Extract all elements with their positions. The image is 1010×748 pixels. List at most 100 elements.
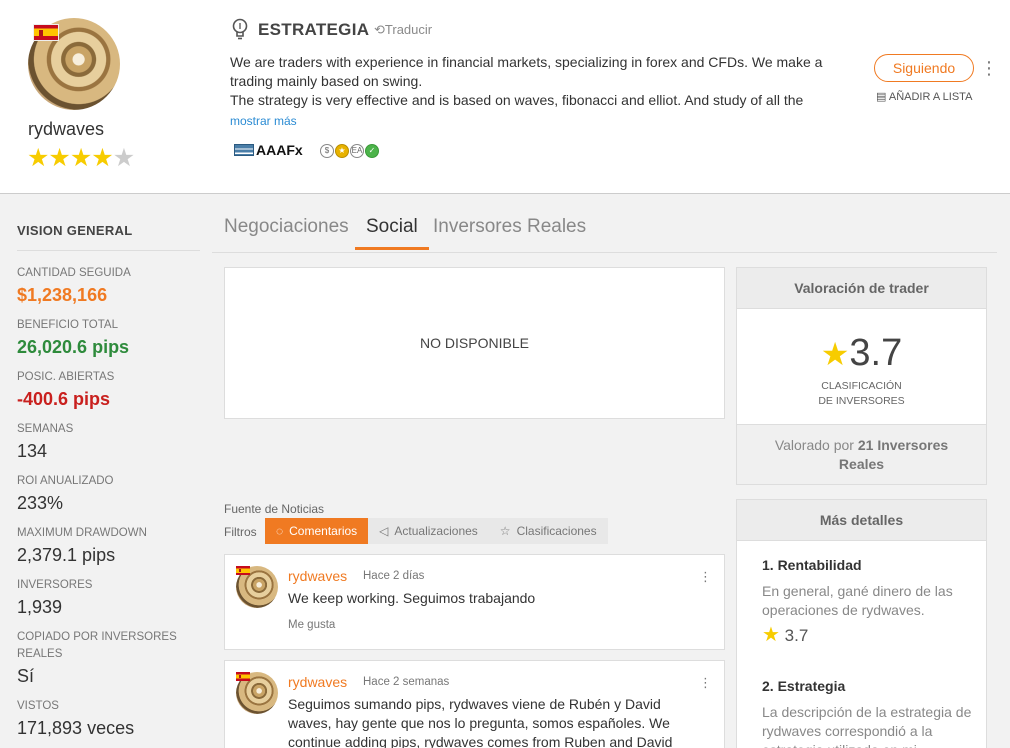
filter-label: Comentarios	[289, 524, 358, 538]
stat-label: BENEFICIO TOTAL	[17, 319, 118, 331]
translate-label: Traducir	[384, 22, 433, 37]
stat-max-drawdown: MAXIMUM DRAWDOWN 2,379.1 pips	[17, 525, 197, 566]
stat-amount-followed: CANTIDAD SEGUIDA $1,238,166	[17, 265, 197, 306]
rated-prefix: Valorado por	[774, 437, 854, 453]
stat-open-positions: POSIC. ABIERTAS -400.6 pips	[17, 369, 197, 410]
strategy-description-paragraph: The strategy is very effective and is ba…	[230, 92, 804, 108]
tab-trades[interactable]: Negociaciones	[224, 216, 349, 247]
list-icon: ▤	[876, 91, 887, 103]
comment-icon: ◌	[276, 524, 284, 538]
strategy-title: ESTRATEGIA	[258, 20, 370, 39]
translate-icon: ⟲	[374, 22, 385, 37]
stat-value: $1,238,166	[17, 285, 108, 305]
spain-flag-icon	[236, 566, 250, 575]
stat-value: 233%	[17, 493, 64, 513]
star-empty-icon: ★	[112, 144, 135, 172]
dollar-badge-icon: $	[320, 144, 334, 158]
stat-value: -400.6 pips	[17, 389, 111, 409]
lightbulb-icon	[232, 18, 248, 40]
more-options-icon[interactable]: ⋮	[980, 58, 998, 78]
stat-total-profit: BENEFICIO TOTAL 26,020.6 pips	[17, 317, 197, 358]
translate-button[interactable]: ⟲Traducir	[374, 22, 432, 38]
overview-title: VISION GENERAL	[17, 223, 133, 238]
post-author[interactable]: rydwaves	[288, 568, 347, 584]
trader-rating-card: Valoración de trader ★3.7 CLASIFICACIÓN …	[736, 267, 987, 485]
detail-heading: 2. Estrategia	[762, 678, 846, 694]
post-options-icon[interactable]: ⋮	[699, 569, 712, 585]
news-post: rydwaves Hace 2 días ⋮ We keep working. …	[224, 554, 725, 650]
trader-username: rydwaves	[28, 119, 105, 139]
add-to-list-label: AÑADIR A LISTA	[888, 91, 973, 103]
verified-badge-icon: ✓	[365, 144, 379, 158]
post-time: Hace 2 días	[363, 570, 425, 582]
star-icon: ★	[820, 336, 850, 372]
rated-suffix: Reales	[838, 456, 885, 472]
broker-logo[interactable]: AAAFx	[234, 142, 303, 158]
like-button[interactable]: Me gusta	[288, 619, 335, 631]
rating-score-label-line: CLASIFICACIÓN	[821, 380, 902, 392]
not-available-panel: NO DISPONIBLE	[224, 267, 725, 419]
filter-updates[interactable]: ◁ Actualizaciones	[368, 518, 489, 544]
post-options-icon[interactable]: ⋮	[699, 675, 712, 691]
star-outline-icon: ☆	[499, 524, 511, 538]
following-button[interactable]: Siguiendo	[874, 54, 974, 82]
post-text: We keep working. Seguimos trabajando	[288, 590, 536, 606]
overview-panel: VISION GENERAL CANTIDAD SEGUIDA $1,238,1…	[0, 195, 212, 748]
star-icon: ★	[762, 624, 780, 646]
star-icon: ★	[27, 144, 49, 172]
trader-rating-title: Valoración de trader	[737, 268, 986, 309]
rated-count: 21 Inversores	[857, 437, 949, 453]
stat-investors: INVERSORES 1,939	[17, 577, 197, 618]
star-icon: ★	[48, 144, 70, 172]
filter-label: Actualizaciones	[394, 524, 478, 538]
stat-label: ROI ANUALIZADO	[17, 475, 114, 487]
ea-badge-icon: EA	[350, 144, 364, 158]
detail-text: La descripción de la estrategia de rydwa…	[762, 704, 972, 748]
rating-score-label-line: DE INVERSORES	[818, 395, 905, 407]
megaphone-icon: ◁	[379, 524, 389, 538]
trader-star-rating: ★★★★★	[27, 144, 135, 172]
stat-annualized-roi: ROI ANUALIZADO 233%	[17, 473, 197, 514]
strategy-description: We are traders with experience in financ…	[230, 53, 850, 110]
rating-score: ★3.7	[737, 332, 986, 375]
star-icon: ★	[69, 144, 92, 172]
star-icon: ★	[91, 144, 113, 172]
show-more-link[interactable]: mostrar más	[230, 114, 297, 128]
stat-value: 2,379.1 pips	[17, 545, 116, 565]
stat-weeks: SEMANAS 134	[17, 421, 197, 462]
stat-views: VISTOS 171,893 veces	[17, 698, 197, 739]
spain-flag-icon	[33, 24, 59, 41]
stat-value: Sí	[17, 666, 35, 686]
news-filters: ◌ Comentarios ◁ Actualizaciones ☆ Clasifica…	[265, 518, 608, 544]
broker-name: AAAFx	[256, 142, 303, 158]
filter-ratings[interactable]: ☆ Clasificaciones	[489, 518, 608, 544]
rating-score-value: 3.7	[849, 332, 903, 374]
tab-social[interactable]: Social	[355, 216, 429, 250]
profile-tabs: Negociaciones Social Inversores Reales	[212, 212, 997, 253]
post-author[interactable]: rydwaves	[288, 674, 347, 690]
stat-value: 134	[17, 441, 48, 461]
detail-score-value: 3.7	[784, 626, 809, 645]
news-post: rydwaves Hace 2 semanas ⋮ Seguimos suman…	[224, 660, 725, 748]
rating-score-label: CLASIFICACIÓN DE INVERSORES	[737, 379, 986, 409]
medal-badge-icon: ★	[335, 144, 349, 158]
detail-score: ★ 3.7	[762, 622, 808, 647]
tab-real-investors[interactable]: Inversores Reales	[433, 216, 586, 247]
detail-text: En general, gané dinero de las operacion…	[762, 583, 953, 618]
stat-label: POSIC. ABIERTAS	[17, 371, 115, 383]
post-text: Seguimos sumando pips, rydwaves viene de…	[288, 696, 673, 748]
filter-label: Clasificaciones	[516, 524, 597, 538]
more-details-card: Más detalles 1. Rentabilidad En general,…	[736, 499, 987, 748]
stat-label: SEMANAS	[17, 423, 74, 435]
filters-label: Filtros	[224, 525, 257, 539]
stat-label: VISTOS	[17, 700, 59, 712]
stat-label: MAXIMUM DRAWDOWN	[17, 527, 147, 539]
detail-heading: 1. Rentabilidad	[762, 557, 862, 573]
stat-value: 26,020.6 pips	[17, 337, 130, 357]
trader-badges: $ ★ EA ✓	[320, 144, 379, 158]
stat-label: CANTIDAD SEGUIDA	[17, 267, 131, 279]
rated-by-summary: Valorado por 21 Inversores Reales	[737, 424, 986, 484]
stat-value: 171,893 veces	[17, 718, 135, 738]
add-to-list-button[interactable]: ▤ AÑADIR A LISTA	[876, 90, 972, 103]
filter-comments[interactable]: ◌ Comentarios	[265, 518, 369, 544]
